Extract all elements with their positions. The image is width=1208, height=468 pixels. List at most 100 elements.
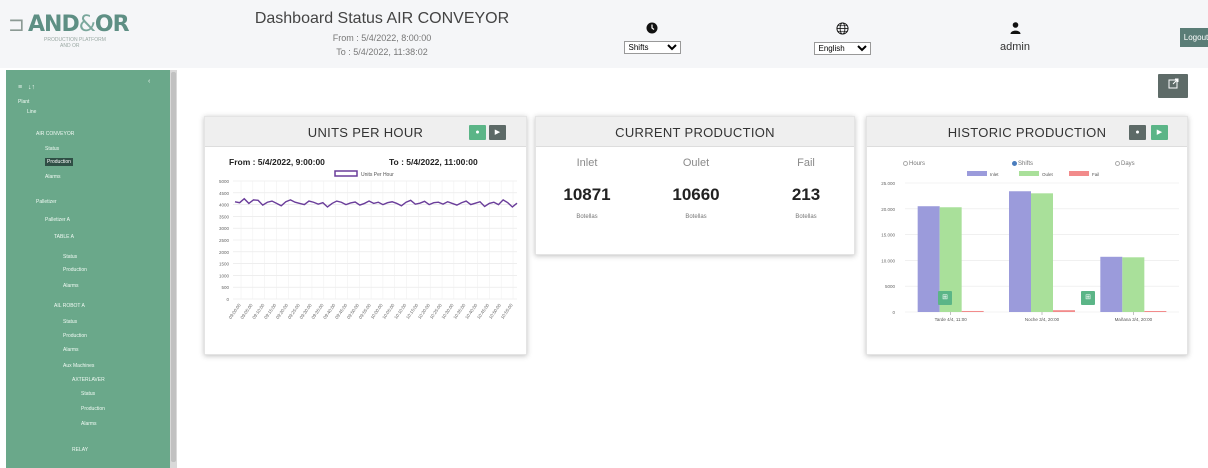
detail-button[interactable]: ⊞ [1081, 291, 1095, 305]
tree-item[interactable]: Palletizer [36, 198, 57, 206]
legend-swatch [334, 170, 358, 177]
tree-item[interactable]: Alarms [81, 420, 97, 428]
inlet-unit: Botellas [576, 214, 598, 220]
y-tick-label: 0 [892, 310, 895, 315]
tree-item[interactable]: Alarms [63, 346, 79, 354]
chart-to: To : 5/4/2022, 11:00:00 [389, 157, 478, 167]
legend-swatch [967, 171, 987, 176]
legend-swatch [1019, 171, 1039, 176]
panel-title: CURRENT PRODUCTION [615, 125, 775, 140]
fail-metric: Fail 213 Botellas [756, 157, 856, 220]
page-title: Dashboard Status AIR CONVEYOR [254, 10, 510, 27]
bar [1122, 257, 1145, 312]
date-from: From : 5/4/2022, 8:00:00 [332, 33, 432, 43]
y-tick-label: 2000 [219, 250, 230, 255]
radio-dot[interactable] [1115, 161, 1120, 166]
company-logo: ⊐ AND&OR PRODUCTION PLATFORM AND OR [8, 12, 130, 49]
panel-header: HISTORIC PRODUCTION ● ▶ [867, 117, 1187, 147]
tree-item[interactable]: TABLE A [54, 233, 74, 241]
tree-item[interactable]: Alarms [45, 173, 61, 181]
inlet-metric: Inlet 10871 Botellas [537, 157, 637, 220]
y-tick-label: 5000 [885, 284, 896, 289]
tree-item[interactable]: Palletizer A [45, 216, 70, 224]
user-menu[interactable]: admin [985, 22, 1045, 53]
tree-item[interactable]: Status [63, 318, 77, 326]
tree-item[interactable]: AXTERLAVER [72, 376, 105, 384]
tree-item[interactable]: Alarms [63, 282, 79, 290]
y-tick-label: 2500 [219, 238, 230, 243]
dashboard-header: Dashboard Status AIR CONVEYOR From : 5/4… [222, 10, 542, 59]
tree-item[interactable]: Production [63, 266, 87, 274]
tree-item[interactable]: AIL ROBOT A [54, 302, 85, 310]
outlet-metric: Oulet 10660 Botellas [646, 157, 746, 220]
scrollbar-thumb[interactable] [171, 72, 176, 462]
y-tick-label: 4000 [219, 203, 230, 208]
tree-item[interactable]: Plant [18, 98, 29, 106]
legend-label: Inlet [990, 172, 999, 177]
inlet-value: 10871 [563, 185, 611, 204]
record-button[interactable]: ● [1129, 125, 1146, 140]
clock-icon [612, 22, 692, 36]
y-tick-label: 1500 [219, 262, 230, 267]
x-tick-label: Tarde 4/4, 11:00 [935, 317, 968, 322]
units-per-hour-line [234, 197, 518, 208]
globe-icon [802, 22, 882, 37]
export-icon[interactable] [1158, 74, 1188, 98]
logout-button[interactable]: Logout [1180, 28, 1208, 47]
tree-item[interactable]: RELAY [72, 446, 88, 454]
play-button[interactable]: ▶ [489, 125, 506, 140]
inlet-label: Inlet [576, 157, 598, 169]
date-to: To : 5/4/2022, 11:38:02 [336, 47, 428, 57]
tree-item[interactable]: Status [81, 390, 95, 398]
bar [1009, 191, 1031, 312]
menu-icon[interactable]: ≡ [18, 84, 22, 91]
y-tick-label: 5000 [219, 179, 230, 184]
y-tick-label: 4500 [219, 191, 230, 196]
logo-tagline-2: AND OR [60, 43, 80, 49]
user-icon [985, 22, 1045, 37]
x-tick-label: 10:55:00 [500, 302, 514, 320]
play-button[interactable]: ▶ [1151, 125, 1168, 140]
sidebar-scrollbar[interactable] [170, 70, 177, 468]
radio-shifts[interactable]: Shifts [1012, 161, 1033, 167]
legend-label: Fail [1092, 172, 1099, 177]
legend-label: Units Per Hour [361, 172, 394, 178]
tree-item[interactable]: Line [27, 108, 36, 116]
radio-dot[interactable] [903, 161, 908, 166]
legend-label: Oulet [1042, 172, 1054, 177]
bar [1031, 193, 1053, 312]
tree-item[interactable]: Production [63, 332, 87, 340]
sort-icon[interactable]: ↓↑ [28, 84, 35, 91]
sidebar-toolbar: ≡ ↓↑ [18, 84, 35, 91]
tree-item[interactable]: Production [81, 405, 105, 413]
language-select[interactable]: English [813, 42, 871, 55]
outlet-unit: Botellas [685, 214, 707, 220]
chart-from: From : 5/4/2022, 9:00:00 [229, 157, 325, 167]
x-tick-label: Mañana 3/4, 20:00 [1115, 317, 1153, 322]
radio-days[interactable]: Days [1115, 161, 1135, 167]
logo-text: AND&OR [28, 12, 130, 37]
y-tick-label: 25.000 [881, 181, 895, 186]
outlet-value: 10660 [672, 185, 720, 204]
tree-item[interactable]: Status [63, 253, 77, 261]
radio-hours[interactable]: Hours [903, 161, 925, 167]
y-tick-label: 500 [221, 285, 229, 290]
y-tick-label: 20.000 [881, 207, 895, 212]
period-select[interactable]: Shifts [623, 41, 681, 54]
units-per-hour-chart: From : 5/4/2022, 9:00:00 To : 5/4/2022, … [219, 157, 518, 320]
panel-header: CURRENT PRODUCTION [536, 117, 854, 147]
top-bar: ⊐ AND&OR PRODUCTION PLATFORM AND OR Dash… [0, 0, 1208, 68]
radio-dot[interactable] [1012, 161, 1017, 166]
bar [1144, 311, 1167, 312]
detail-button[interactable]: ⊞ [938, 291, 952, 305]
y-tick-label: 10.000 [881, 258, 895, 263]
tree-item[interactable]: AIR CONVEYOR [36, 130, 74, 138]
tree-item[interactable]: Production [45, 158, 73, 166]
tree-item[interactable]: Aux Machines [63, 362, 94, 370]
outlet-label: Oulet [682, 157, 710, 169]
tree-item[interactable]: Status [45, 145, 59, 153]
user-name: admin [1000, 41, 1030, 53]
record-button[interactable]: ● [469, 125, 486, 140]
collapse-icon[interactable]: ‹ [148, 78, 150, 85]
language-selector: English [802, 22, 882, 56]
